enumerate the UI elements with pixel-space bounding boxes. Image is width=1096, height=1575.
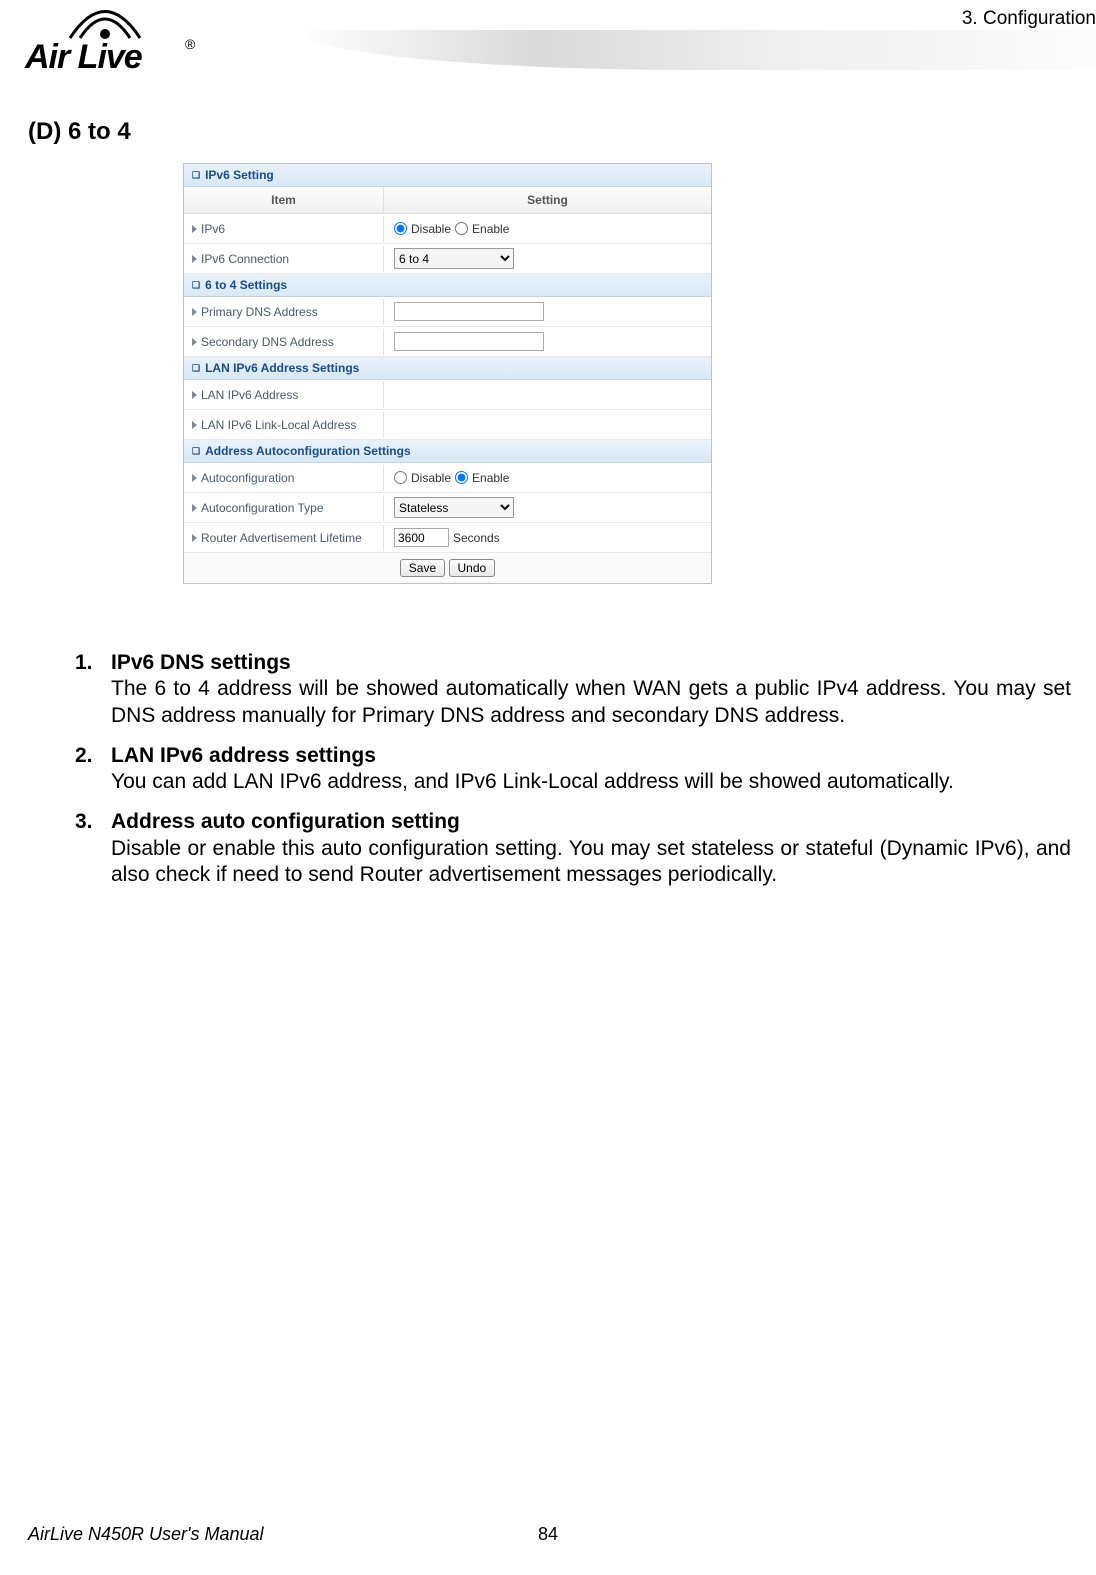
list-item: 2.LAN IPv6 address settings You can add …	[75, 743, 1071, 796]
logo-registered: ®	[185, 36, 195, 52]
ipv6-enable-radio[interactable]	[455, 222, 468, 235]
bullet-icon	[192, 338, 197, 346]
logo: Air Live ®	[25, 0, 225, 90]
section-title: 6 to 4 Settings	[205, 278, 287, 292]
section-6to4: ❑ 6 to 4 Settings	[184, 274, 711, 297]
autoconf-disable-radio[interactable]	[394, 471, 407, 484]
ipv6-connection-select[interactable]: 6 to 4	[394, 248, 514, 269]
primary-dns-input[interactable]	[394, 302, 544, 321]
ipv6-disable-radio[interactable]	[394, 222, 407, 235]
item-number: 2.	[75, 743, 111, 769]
label: Router Advertisement Lifetime	[201, 531, 362, 545]
section-title: LAN IPv6 Address Settings	[205, 361, 359, 375]
section-autoconf: ❑ Address Autoconfiguration Settings	[184, 440, 711, 463]
item-number: 1.	[75, 650, 111, 676]
col-item: Item	[184, 187, 384, 213]
row-autoconf-type: Autoconfiguration Type Stateless	[184, 493, 711, 523]
secondary-dns-input[interactable]	[394, 332, 544, 351]
comment-icon: ❑	[192, 446, 200, 457]
save-button[interactable]: Save	[400, 559, 445, 577]
col-setting: Setting	[384, 187, 711, 213]
row-autoconfiguration: Autoconfiguration Disable Enable	[184, 463, 711, 493]
enable-label: Enable	[472, 222, 509, 236]
item-title: LAN IPv6 address settings	[111, 744, 376, 767]
unit-label: Seconds	[453, 531, 500, 545]
footer-page-number: 84	[538, 1524, 558, 1545]
label: Autoconfiguration Type	[201, 501, 324, 515]
label: LAN IPv6 Address	[201, 388, 298, 402]
bullet-icon	[192, 391, 197, 399]
bullet-icon	[192, 474, 197, 482]
button-row: Save Undo	[184, 553, 711, 583]
bullet-icon	[192, 225, 197, 233]
item-title: Address auto configuration setting	[111, 810, 460, 833]
config-screenshot: ❑ IPv6 Setting Item Setting IPv6 Disable…	[183, 163, 712, 584]
label: Autoconfiguration	[201, 471, 294, 485]
row-lan-link-local: LAN IPv6 Link-Local Address	[184, 410, 711, 440]
label: Primary DNS Address	[201, 305, 318, 319]
comment-icon: ❑	[192, 170, 200, 181]
logo-signal-icon	[60, 0, 150, 40]
body-text: 1.IPv6 DNS settings The 6 to 4 address w…	[75, 650, 1071, 902]
row-ipv6-connection: IPv6 Connection 6 to 4	[184, 244, 711, 274]
label: IPv6 Connection	[201, 252, 289, 266]
table-header: Item Setting	[184, 187, 711, 214]
label: LAN IPv6 Link-Local Address	[201, 418, 356, 432]
item-text: You can add LAN IPv6 address, and IPv6 L…	[111, 769, 1071, 795]
section-lan-ipv6: ❑ LAN IPv6 Address Settings	[184, 357, 711, 380]
row-lan-ipv6-addr: LAN IPv6 Address	[184, 380, 711, 410]
bullet-icon	[192, 255, 197, 263]
bullet-icon	[192, 421, 197, 429]
footer-manual-title: AirLive N450R User's Manual	[28, 1524, 264, 1545]
comment-icon: ❑	[192, 363, 200, 374]
list-item: 3.Address auto configuration setting Dis…	[75, 809, 1071, 888]
row-secondary-dns: Secondary DNS Address	[184, 327, 711, 357]
section-title: IPv6 Setting	[205, 168, 274, 182]
section-heading: (D) 6 to 4	[28, 118, 131, 146]
disable-label: Disable	[411, 222, 451, 236]
bullet-icon	[192, 504, 197, 512]
disable-label: Disable	[411, 471, 451, 485]
label: IPv6	[201, 222, 225, 236]
section-title: Address Autoconfiguration Settings	[205, 444, 411, 458]
chapter-label: 3. Configuration	[962, 8, 1096, 30]
header-decorative-swoosh	[296, 30, 1096, 70]
autoconf-type-select[interactable]: Stateless	[394, 497, 514, 518]
row-primary-dns: Primary DNS Address	[184, 297, 711, 327]
bullet-icon	[192, 308, 197, 316]
enable-label: Enable	[472, 471, 509, 485]
item-text: The 6 to 4 address will be showed automa…	[111, 676, 1071, 729]
router-adv-lifetime-input[interactable]	[394, 528, 449, 547]
item-number: 3.	[75, 809, 111, 835]
item-title: IPv6 DNS settings	[111, 651, 291, 674]
comment-icon: ❑	[192, 280, 200, 291]
bullet-icon	[192, 534, 197, 542]
logo-text: Air Live	[25, 38, 142, 77]
undo-button[interactable]: Undo	[449, 559, 496, 577]
label: Secondary DNS Address	[201, 335, 334, 349]
row-router-adv: Router Advertisement Lifetime Seconds	[184, 523, 711, 553]
row-ipv6: IPv6 Disable Enable	[184, 214, 711, 244]
list-item: 1.IPv6 DNS settings The 6 to 4 address w…	[75, 650, 1071, 729]
autoconf-enable-radio[interactable]	[455, 471, 468, 484]
item-text: Disable or enable this auto configuratio…	[111, 836, 1071, 889]
section-ipv6-setting: ❑ IPv6 Setting	[184, 164, 711, 187]
